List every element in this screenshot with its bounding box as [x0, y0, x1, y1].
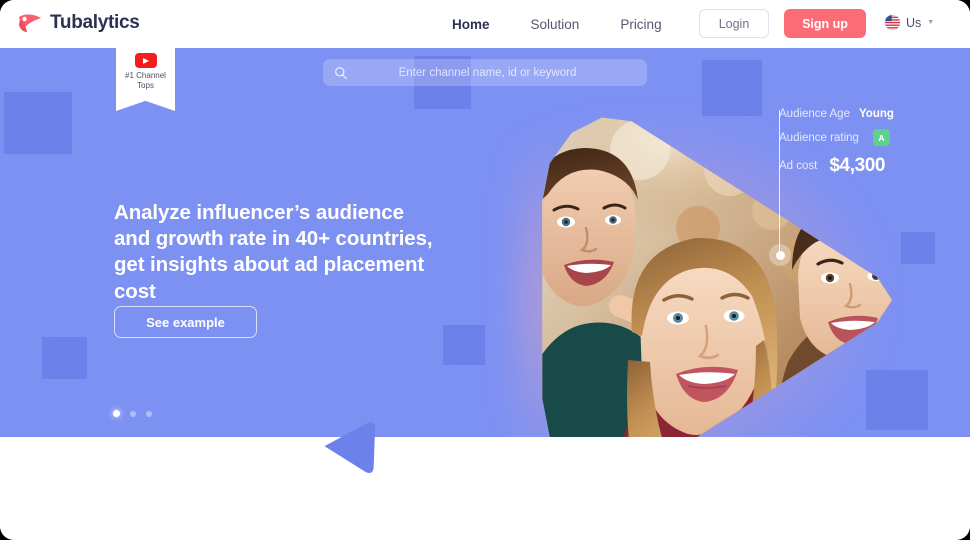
search-input-placeholder[interactable]: Enter channel name, id or keyword: [348, 67, 627, 79]
badge-line-2: Tops: [137, 81, 154, 90]
decor-triangle-icon: [901, 232, 935, 264]
carousel-dots: [113, 410, 152, 417]
hero-headline: Analyze influencer’s audience and growth…: [114, 201, 433, 303]
decor-triangle-icon: [4, 92, 72, 154]
stats-panel: Audience Age Young Audience rating A Ad …: [779, 108, 894, 186]
audience-rating-label: Audience rating: [779, 131, 859, 144]
decor-triangle-icon: [42, 337, 87, 379]
chevron-down-icon: ▼: [927, 19, 935, 26]
brand-logo[interactable]: Tubalytics: [16, 11, 140, 35]
badge-line-1: #1 Channel: [125, 71, 166, 80]
page-root: Tubalytics Home Solution Pricing Login S…: [0, 0, 970, 540]
youtube-play-icon: [134, 53, 157, 68]
channel-rank-badge: #1 Channel Tops: [116, 48, 175, 111]
badge-body: #1 Channel Tops: [116, 48, 175, 111]
audience-age-label: Audience Age: [779, 108, 850, 120]
see-example-button[interactable]: See example: [114, 306, 257, 338]
nav-item-solution[interactable]: Solution: [531, 17, 580, 32]
ad-cost-label: Ad cost: [779, 160, 818, 172]
login-button[interactable]: Login: [699, 9, 769, 38]
signup-button[interactable]: Sign up: [784, 9, 866, 38]
play-swoosh-icon: [19, 14, 41, 32]
nav-item-pricing[interactable]: Pricing: [620, 17, 661, 32]
us-flag-icon: [884, 14, 901, 31]
decor-triangle-icon: [324, 422, 375, 473]
audience-age-value: Young: [858, 108, 894, 120]
ad-cost-value: $4,300: [829, 155, 886, 176]
nav-item-home[interactable]: Home: [452, 17, 490, 32]
page-body-below-hero: [0, 437, 970, 540]
carousel-dot-3[interactable]: [146, 410, 152, 417]
decor-triangle-icon: [443, 325, 485, 365]
hero-section: #1 Channel Tops Enter channel name, id o…: [0, 48, 970, 437]
marker-knob[interactable]: [769, 244, 791, 266]
site-header: Tubalytics Home Solution Pricing Login S…: [0, 0, 970, 48]
carousel-dot-2[interactable]: [130, 410, 136, 417]
brand-name: Tubalytics: [50, 12, 140, 33]
carousel-dot-1[interactable]: [113, 410, 120, 417]
search-icon: [335, 66, 347, 79]
rating-badge: A: [872, 129, 890, 146]
stat-row-audience-rating: Audience rating A: [779, 129, 894, 146]
locale-label: Us: [906, 15, 922, 30]
locale-selector[interactable]: Us ▼: [884, 14, 934, 31]
main-nav: Home Solution Pricing: [452, 0, 662, 48]
stat-row-ad-cost: Ad cost $4,300: [779, 155, 894, 177]
search-bar[interactable]: Enter channel name, id or keyword: [323, 59, 647, 86]
stat-row-audience-age: Audience Age Young: [779, 108, 894, 120]
